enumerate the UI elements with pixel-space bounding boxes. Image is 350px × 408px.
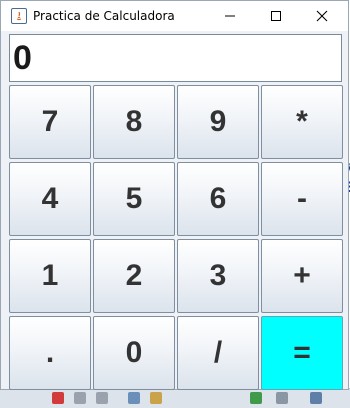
- key-divide[interactable]: /: [177, 316, 259, 390]
- close-button[interactable]: [299, 1, 345, 31]
- key-subtract[interactable]: -: [261, 162, 343, 236]
- key-decimal[interactable]: .: [9, 316, 91, 390]
- close-icon: [316, 10, 328, 22]
- minimize-icon: [225, 15, 235, 17]
- display-icon: [150, 392, 162, 404]
- key-multiply[interactable]: *: [261, 85, 343, 159]
- maximize-button[interactable]: [253, 1, 299, 31]
- key-1[interactable]: 1: [9, 239, 91, 313]
- console-icon: [128, 392, 140, 404]
- key-equals[interactable]: =: [261, 316, 343, 390]
- key-6[interactable]: 6: [177, 162, 259, 236]
- run-icon: [250, 392, 262, 404]
- ide-toolbar-fragment: [0, 388, 350, 408]
- key-8[interactable]: 8: [93, 85, 175, 159]
- view-menu-icon: [310, 392, 322, 404]
- maximize-icon: [271, 11, 281, 21]
- pin-icon: [276, 392, 288, 404]
- key-2[interactable]: 2: [93, 239, 175, 313]
- calculator-display[interactable]: 0: [9, 34, 342, 82]
- key-3[interactable]: 3: [177, 239, 259, 313]
- java-app-icon: [11, 8, 27, 24]
- title-bar[interactable]: Practica de Calculadora: [1, 1, 348, 31]
- display-value: 0: [13, 38, 32, 77]
- window-title: Practica de Calculadora: [33, 9, 175, 23]
- key-7[interactable]: 7: [9, 85, 91, 159]
- calculator-window: Practica de Calculadora 0 7 8 9 * 4 5 6: [0, 0, 349, 390]
- key-9[interactable]: 9: [177, 85, 259, 159]
- close-all-icon: [96, 392, 108, 404]
- minimize-button[interactable]: [207, 1, 253, 31]
- keypad: 7 8 9 * 4 5 6 - 1 2 3 + . 0 / =: [9, 85, 343, 391]
- key-add[interactable]: +: [261, 239, 343, 313]
- close-icon: [74, 392, 86, 404]
- key-0[interactable]: 0: [93, 316, 175, 390]
- key-4[interactable]: 4: [9, 162, 91, 236]
- key-5[interactable]: 5: [93, 162, 175, 236]
- stop-icon: [52, 392, 64, 404]
